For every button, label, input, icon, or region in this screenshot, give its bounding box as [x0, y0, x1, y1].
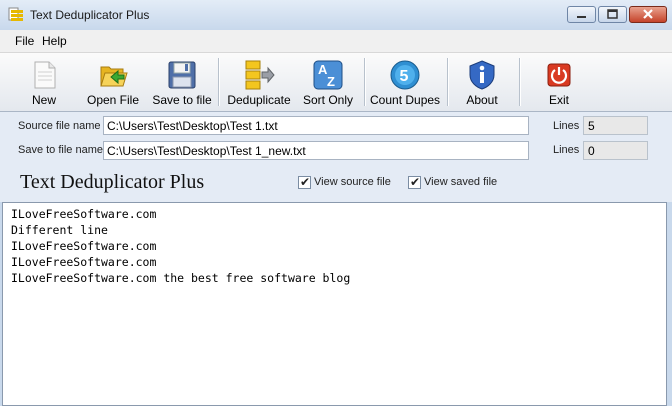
text-line: Different line	[11, 223, 108, 237]
text-editor[interactable]: ILoveFreeSoftware.com Different line ILo…	[2, 202, 667, 406]
svg-text:5: 5	[400, 68, 409, 85]
text-line: ILoveFreeSoftware.com the best free soft…	[11, 271, 351, 285]
save-file-input[interactable]: C:\Users\Test\Desktop\Test 1_new.txt	[103, 141, 529, 160]
source-file-input[interactable]: C:\Users\Test\Desktop\Test 1.txt	[103, 116, 529, 135]
text-line: ILoveFreeSoftware.com	[11, 239, 157, 253]
view-source-label[interactable]: View source file	[314, 176, 391, 188]
menu-file[interactable]: File	[15, 34, 34, 48]
text-line: ILoveFreeSoftware.com	[11, 207, 157, 221]
open-folder-icon	[100, 66, 128, 87]
count-dupes-label: Count Dupes	[370, 93, 441, 107]
menu-help[interactable]: Help	[42, 34, 67, 48]
source-lines-count: 5	[583, 116, 648, 135]
minimize-button[interactable]	[567, 6, 596, 23]
deduplicate-label: Deduplicate	[227, 93, 291, 107]
checkmark-icon: ✔	[410, 175, 421, 189]
app-icon	[8, 7, 23, 21]
open-file-label: Open File	[86, 93, 140, 107]
new-document-icon	[34, 61, 56, 89]
menu-bar: File Help	[0, 30, 672, 53]
window-title: Text Deduplicator Plus	[30, 8, 150, 22]
minimize-icon	[577, 16, 586, 18]
title-bar: Text Deduplicator Plus	[0, 0, 672, 30]
deduplicate-button[interactable]: Deduplicate	[226, 55, 292, 109]
text-line: ILoveFreeSoftware.com	[11, 255, 157, 269]
sort-az-icon: A Z	[313, 60, 343, 90]
sort-only-label: Sort Only	[302, 93, 353, 107]
view-options-bar: Text Deduplicator Plus ✔ View source fil…	[0, 162, 672, 202]
save-to-file-button[interactable]: Save to file	[151, 55, 213, 109]
close-icon	[643, 9, 653, 19]
new-button[interactable]: New	[18, 55, 70, 109]
about-button[interactable]: About	[458, 55, 506, 109]
view-source-checkbox[interactable]: ✔	[298, 175, 311, 189]
floppy-disk-icon	[168, 61, 196, 89]
new-label: New	[31, 93, 56, 107]
exit-button[interactable]: Exit	[538, 55, 580, 109]
file-fields-panel: Source file name C:\Users\Test\Desktop\T…	[0, 112, 672, 162]
checkmark-icon: ✔	[300, 175, 311, 189]
toolbar-separator	[218, 58, 220, 106]
save-to-file-label: Save to file	[152, 93, 212, 107]
save-file-label: Save to file name	[18, 144, 103, 156]
view-saved-checkbox[interactable]: ✔	[408, 175, 421, 189]
count-dupes-button[interactable]: 5 Count Dupes	[370, 55, 440, 109]
maximize-button[interactable]	[598, 6, 627, 23]
view-saved-label[interactable]: View saved file	[424, 176, 497, 188]
app-heading: Text Deduplicator Plus	[20, 171, 205, 193]
info-icon	[469, 60, 495, 90]
save-lines-label: Lines	[553, 144, 580, 156]
svg-text:Z: Z	[327, 74, 335, 89]
source-lines-label: Lines	[553, 120, 580, 132]
count-dupes-icon: 5	[390, 60, 420, 90]
open-file-button[interactable]: Open File	[86, 55, 140, 109]
toolbar-separator	[519, 58, 521, 106]
sort-only-button[interactable]: A Z Sort Only	[302, 55, 354, 109]
close-button[interactable]	[629, 6, 667, 23]
toolbar-separator	[364, 58, 366, 106]
toolbar-separator	[447, 58, 449, 106]
exit-label: Exit	[548, 93, 569, 107]
save-lines-count: 0	[583, 141, 648, 160]
maximize-icon	[607, 9, 618, 19]
source-file-label: Source file name	[18, 120, 101, 132]
toolbar: New Open File Save to file Deduplicate A…	[0, 53, 672, 112]
deduplicate-icon	[245, 60, 275, 90]
power-icon	[547, 63, 571, 87]
about-label: About	[466, 93, 498, 107]
